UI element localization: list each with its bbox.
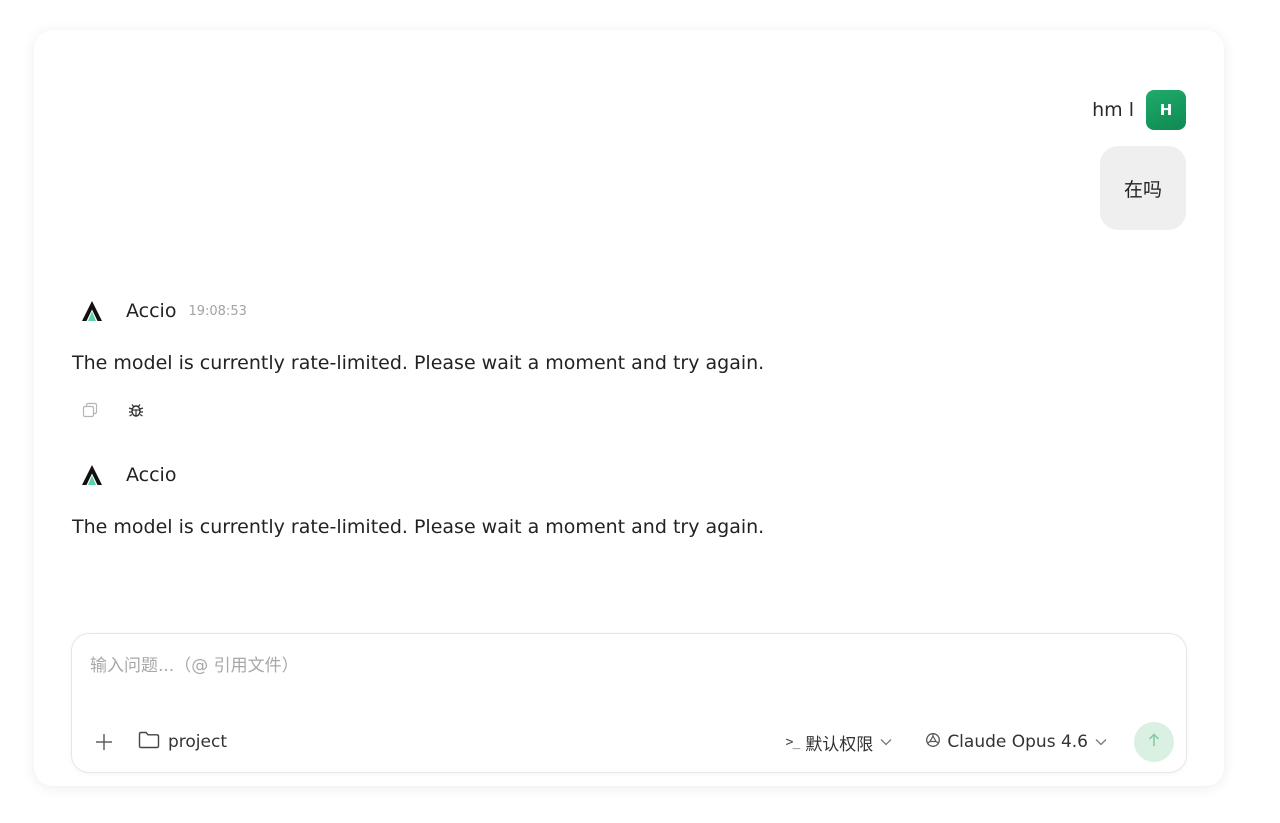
arrow-up-icon [1146, 732, 1162, 752]
model-label: Claude Opus 4.6 [947, 732, 1088, 752]
assistant-message-header: Accio [72, 460, 764, 490]
model-selector[interactable]: Claude Opus 4.6 [925, 732, 1108, 753]
assistant-message-text: The model is currently rate-limited. Ple… [72, 352, 765, 374]
model-icon [925, 732, 941, 753]
chat-panel: hm l H 在吗 Accio 19:08:53 The model is cu… [34, 30, 1224, 786]
chevron-down-icon [879, 732, 893, 752]
send-button[interactable] [1134, 722, 1174, 762]
plus-icon[interactable] [90, 728, 118, 756]
assistant-message: Accio 19:08:53 The model is currently ra… [72, 296, 764, 422]
folder-icon [138, 731, 160, 754]
terminal-icon: >_ [785, 734, 801, 750]
permission-selector[interactable]: >_ 默认权限 [786, 730, 894, 755]
user-message-header: hm l H [1092, 90, 1186, 130]
assistant-message-text: The model is currently rate-limited. Ple… [72, 516, 765, 538]
user-message-bubble: 在吗 [1100, 146, 1186, 230]
bug-icon[interactable] [124, 398, 148, 422]
project-selector[interactable]: project [138, 731, 227, 754]
copy-icon[interactable] [78, 398, 102, 422]
permission-label: 默认权限 [805, 734, 874, 755]
message-input[interactable] [90, 652, 1160, 680]
composer-toolbar: project >_ 默认权限 Claude Opus 4.6 [90, 722, 1174, 762]
accio-logo-icon [72, 296, 112, 326]
message-actions [72, 398, 764, 422]
assistant-name: Accio [126, 464, 177, 486]
assistant-message: Accio The model is currently rate-limite… [72, 460, 764, 538]
accio-logo-icon [72, 460, 112, 490]
message-timestamp: 19:08:53 [188, 303, 247, 319]
assistant-name: Accio [126, 300, 177, 322]
assistant-message-header: Accio 19:08:53 [72, 296, 764, 326]
user-name: hm l [1092, 99, 1134, 121]
message-composer: project >_ 默认权限 [71, 633, 1187, 773]
user-avatar: H [1146, 90, 1186, 130]
chevron-down-icon [1094, 732, 1108, 752]
project-label: project [168, 732, 228, 752]
